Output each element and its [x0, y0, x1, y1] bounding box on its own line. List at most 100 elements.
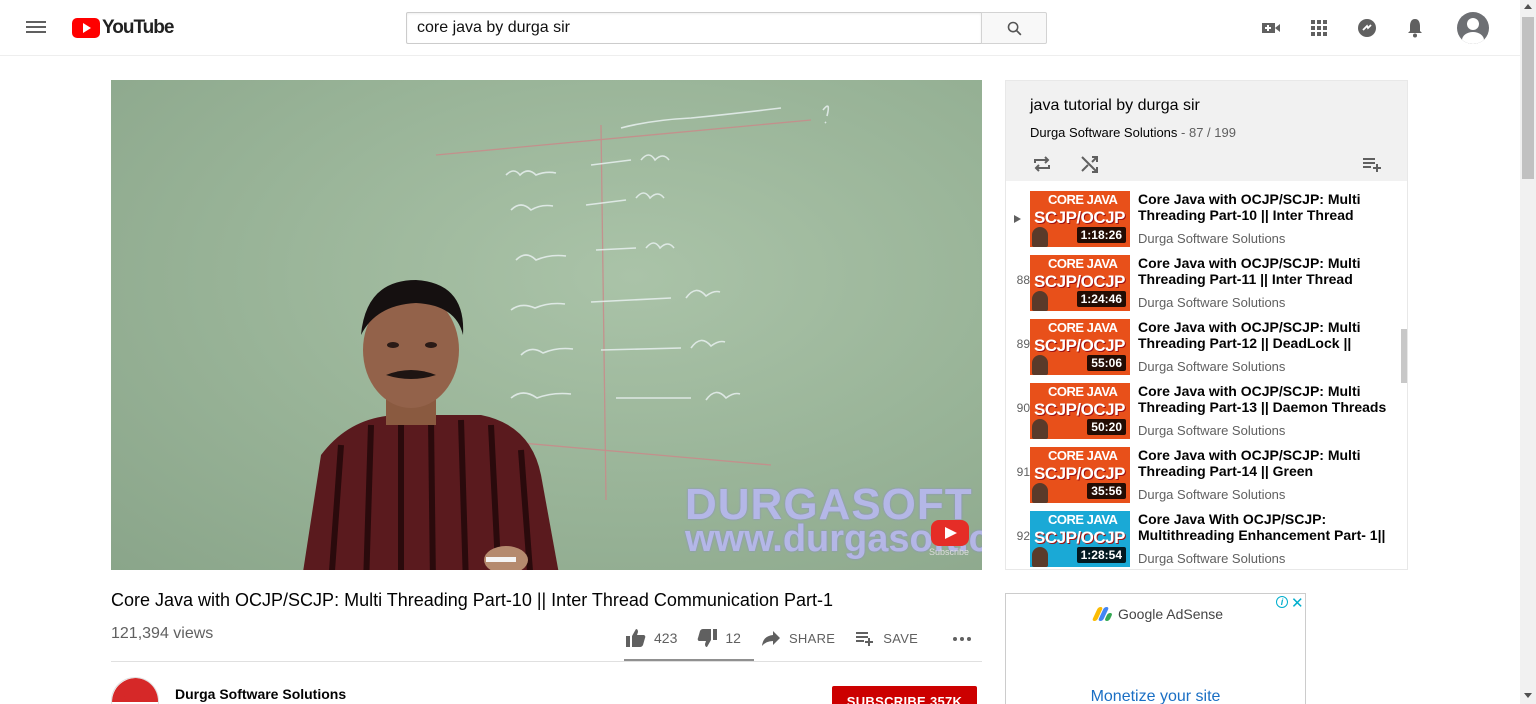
playlist-item-title[interactable]: Core Java with OCJP/SCJP: Multi Threadin…: [1138, 255, 1388, 287]
search-icon: [1007, 21, 1022, 36]
playlist-item-index: 89: [1016, 337, 1030, 351]
playlist-item-index: 90: [1016, 401, 1030, 415]
thumbs-up-icon: [626, 629, 646, 647]
like-button[interactable]: 423: [624, 626, 677, 650]
playlist-item[interactable]: 90 CORE JAVA SCJP/OCJP 50:20 Core Java wit…: [1006, 379, 1398, 443]
playlist-item-index: 92: [1016, 529, 1030, 543]
playlist-item[interactable]: 92 CORE JAVA SCJP/OCJP 1:28:54 Core Java W…: [1006, 507, 1398, 569]
thumbnail-caption: CORE JAVA: [1048, 384, 1118, 399]
scroll-down-arrow-icon[interactable]: [1524, 693, 1532, 698]
playlist-item-channel: Durga Software Solutions: [1138, 359, 1286, 374]
divider: [111, 661, 982, 662]
playlist-item-channel: Durga Software Solutions: [1138, 295, 1286, 310]
create-video-icon[interactable]: [1259, 16, 1283, 40]
loop-icon[interactable]: [1030, 152, 1054, 176]
subscribe-overlay-icon[interactable]: [931, 520, 969, 546]
video-thumbnail[interactable]: CORE JAVA SCJP/OCJP 50:20: [1030, 383, 1130, 439]
thumbnail-caption-main: SCJP/OCJP: [1034, 528, 1125, 547]
channel-avatar[interactable]: DURGA: [111, 677, 159, 704]
playlist-item[interactable]: 89 CORE JAVA SCJP/OCJP 55:06 Core Java wit…: [1006, 315, 1398, 379]
share-icon: [761, 631, 780, 646]
shuffle-icon[interactable]: [1078, 152, 1102, 176]
playlist-add-icon: [856, 632, 874, 646]
video-thumbnail[interactable]: CORE JAVA SCJP/OCJP 1:18:26: [1030, 191, 1130, 247]
video-duration: 55:06: [1087, 355, 1126, 371]
channel-name[interactable]: Durga Software Solutions: [175, 686, 346, 702]
video-duration: 1:28:54: [1076, 547, 1126, 563]
view-count: 121,394 views: [111, 625, 214, 642]
search-button[interactable]: [981, 12, 1047, 44]
youtube-play-icon: [72, 18, 100, 38]
playlist-item-title[interactable]: Core Java with OCJP/SCJP: Multi Threadin…: [1138, 191, 1388, 223]
messages-icon[interactable]: [1355, 16, 1379, 40]
logo-text: YouTube: [102, 17, 174, 38]
playlist-item-index: 91: [1016, 465, 1030, 479]
dislike-button[interactable]: 12: [695, 626, 741, 650]
video-thumbnail[interactable]: CORE JAVA SCJP/OCJP 1:24:46: [1030, 255, 1130, 311]
thumbs-down-icon: [698, 629, 718, 647]
subscribe-button[interactable]: SUBSCRIBE 357K: [832, 686, 977, 704]
playlist-item-channel: Durga Software Solutions: [1138, 423, 1286, 438]
like-count: 423: [654, 630, 678, 646]
ad-close-icon[interactable]: ✕: [1291, 594, 1304, 612]
save-label: SAVE: [883, 630, 919, 646]
thumbnail-caption: CORE JAVA: [1048, 320, 1118, 335]
thumbnail-caption-main: SCJP/OCJP: [1034, 272, 1125, 291]
more-actions-icon[interactable]: [950, 626, 974, 650]
now-playing-icon: [1014, 215, 1021, 223]
playlist-save-icon[interactable]: [1360, 152, 1384, 176]
playlist-item[interactable]: 91 CORE JAVA SCJP/OCJP 35:56 Core Java wit…: [1006, 443, 1398, 507]
dislike-count: 12: [725, 630, 741, 646]
playlist-item-title[interactable]: Core Java with OCJP/SCJP: Multi Threadin…: [1138, 383, 1388, 415]
account-avatar[interactable]: [1457, 12, 1489, 44]
playlist-item-channel: Durga Software Solutions: [1138, 487, 1286, 502]
video-actions: 423 12 SHARE SAVE: [624, 620, 936, 656]
page-scrollbar-thumb[interactable]: [1522, 17, 1534, 179]
search-input[interactable]: [406, 12, 982, 44]
share-button[interactable]: SHARE: [759, 626, 835, 650]
ad-info-icon[interactable]: i: [1276, 596, 1288, 608]
playlist-owner[interactable]: Durga Software Solutions: [1030, 125, 1177, 140]
menu-icon[interactable]: [24, 18, 48, 38]
masthead: YouTube: [0, 0, 1520, 56]
adsense-logo: Google AdSense: [1091, 606, 1224, 622]
video-duration: 35:56: [1087, 483, 1126, 499]
thumbnail-caption: CORE JAVA: [1048, 448, 1118, 463]
playlist-panel: java tutorial by durga sir Durga Softwar…: [1005, 80, 1408, 570]
video-player[interactable]: DURGASOFT www.durgasoft.co Subscribe: [111, 80, 982, 570]
thumbnail-caption: CORE JAVA: [1048, 256, 1118, 271]
thumbnail-caption-main: SCJP/OCJP: [1034, 336, 1125, 355]
video-duration: 1:24:46: [1076, 291, 1126, 307]
thumbnail-caption: CORE JAVA: [1048, 512, 1118, 527]
ad-link[interactable]: Monetize your site: [1006, 688, 1305, 704]
playlist-item-title[interactable]: Core Java with OCJP/SCJP: Multi Threadin…: [1138, 319, 1388, 351]
playlist-item[interactable]: CORE JAVA SCJP/OCJP 1:18:26 Core Java with…: [1006, 187, 1398, 251]
playlist-title[interactable]: java tutorial by durga sir: [1030, 97, 1200, 115]
playlist-scrollbar-thumb[interactable]: [1401, 329, 1407, 383]
subscribe-overlay-label: Subscribe: [929, 547, 970, 557]
ad-brand: Google AdSense: [1118, 606, 1224, 622]
thumbnail-caption-main: SCJP/OCJP: [1034, 464, 1125, 483]
playlist-item-title[interactable]: Core Java With OCJP/SCJP: Multithreading…: [1138, 511, 1388, 543]
playlist-item-index: 88: [1016, 273, 1030, 287]
video-duration: 50:20: [1087, 419, 1126, 435]
playlist-item-title[interactable]: Core Java with OCJP/SCJP: Multi Threadin…: [1138, 447, 1388, 479]
video-thumbnail[interactable]: CORE JAVA SCJP/OCJP 55:06: [1030, 319, 1130, 375]
playlist-item[interactable]: 88 CORE JAVA SCJP/OCJP 1:24:46 Core Java w…: [1006, 251, 1398, 315]
thumbnail-caption-main: SCJP/OCJP: [1034, 400, 1125, 419]
save-button[interactable]: SAVE: [853, 626, 918, 650]
playlist-header: java tutorial by durga sir Durga Softwar…: [1006, 81, 1407, 181]
adsense-icon: [1091, 607, 1113, 621]
playlist-position: - 87 / 199: [1177, 125, 1236, 140]
page-scrollbar[interactable]: [1520, 0, 1536, 704]
notifications-icon[interactable]: [1403, 16, 1427, 40]
video-thumbnail[interactable]: CORE JAVA SCJP/OCJP 35:56: [1030, 447, 1130, 503]
thumbnail-caption-main: SCJP/OCJP: [1034, 208, 1125, 227]
video-thumbnail[interactable]: CORE JAVA SCJP/OCJP 1:28:54: [1030, 511, 1130, 567]
ad-banner: Google AdSense i ✕ Monetize your site: [1005, 593, 1306, 704]
scroll-up-arrow-icon[interactable]: [1524, 4, 1532, 9]
youtube-logo[interactable]: YouTube: [72, 17, 174, 39]
share-label: SHARE: [788, 630, 836, 646]
apps-icon[interactable]: [1307, 16, 1331, 40]
playlist-item-channel: Durga Software Solutions: [1138, 231, 1286, 246]
